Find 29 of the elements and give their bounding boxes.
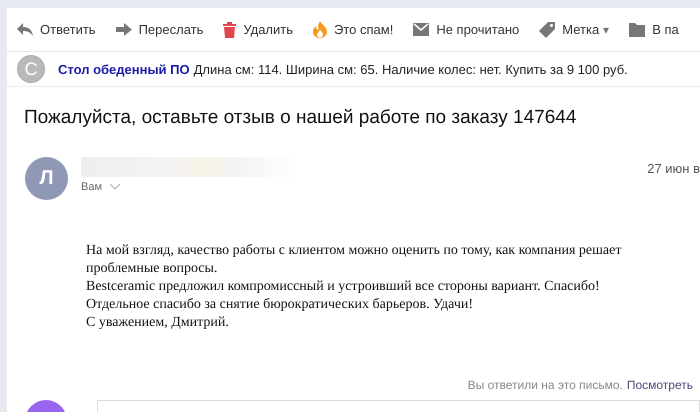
reply-button[interactable]: Ответить bbox=[17, 22, 96, 37]
ad-avatar: С bbox=[17, 55, 45, 83]
message-paragraph: Bestceramic предложил компромиссный и устроивший все стороны вариант. Спасибо! bbox=[86, 278, 601, 296]
message-paragraph: На мой взгляд, качество работы с клиентом можно оценить по тому, как компания решает проблемные вопросы. bbox=[86, 242, 622, 278]
view-link[interactable]: Посмотреть bbox=[626, 378, 693, 392]
recipient-toggle[interactable]: Вам bbox=[81, 181, 120, 193]
message-paragraph: С уважением, Дмитрий. bbox=[86, 314, 230, 332]
message-paragraph: Отдельное спасибо за снятие бюрократических барьеров. Удачи! bbox=[86, 296, 474, 314]
unread-button[interactable]: Не прочитано bbox=[413, 22, 520, 37]
arrow-right-icon bbox=[116, 23, 132, 36]
mail-subject: Пожалуйста, оставьте отзыв о нашей работе по заказу 147644 bbox=[23, 106, 578, 130]
ad-text: Длина см: 114. Ширина см: 65. Наличие колес: нет. Купить за 9 100 руб. bbox=[194, 62, 628, 76]
mail-date: 27 июн в bbox=[647, 161, 700, 177]
trash-icon bbox=[223, 22, 236, 38]
caret-icon: ▾ bbox=[603, 22, 610, 36]
envelope-icon bbox=[413, 23, 430, 36]
fire-icon bbox=[313, 21, 328, 38]
reply-note: Вы ответили на это письмо. bbox=[468, 378, 623, 392]
folder-icon bbox=[629, 22, 646, 36]
label-button[interactable]: Метка ▾ bbox=[539, 22, 610, 38]
sender-avatar: Л bbox=[25, 157, 68, 200]
tag-icon bbox=[539, 22, 556, 38]
chevron-down-icon bbox=[110, 184, 120, 190]
folder-button[interactable]: В па bbox=[629, 22, 679, 37]
ad-link[interactable]: Стол обеденный ПО bbox=[58, 62, 190, 76]
spam-button[interactable]: Это спам! bbox=[313, 21, 394, 38]
reply-icon bbox=[17, 23, 33, 36]
delete-button[interactable]: Удалить bbox=[223, 22, 294, 38]
forward-button[interactable]: Переслать bbox=[116, 22, 204, 37]
